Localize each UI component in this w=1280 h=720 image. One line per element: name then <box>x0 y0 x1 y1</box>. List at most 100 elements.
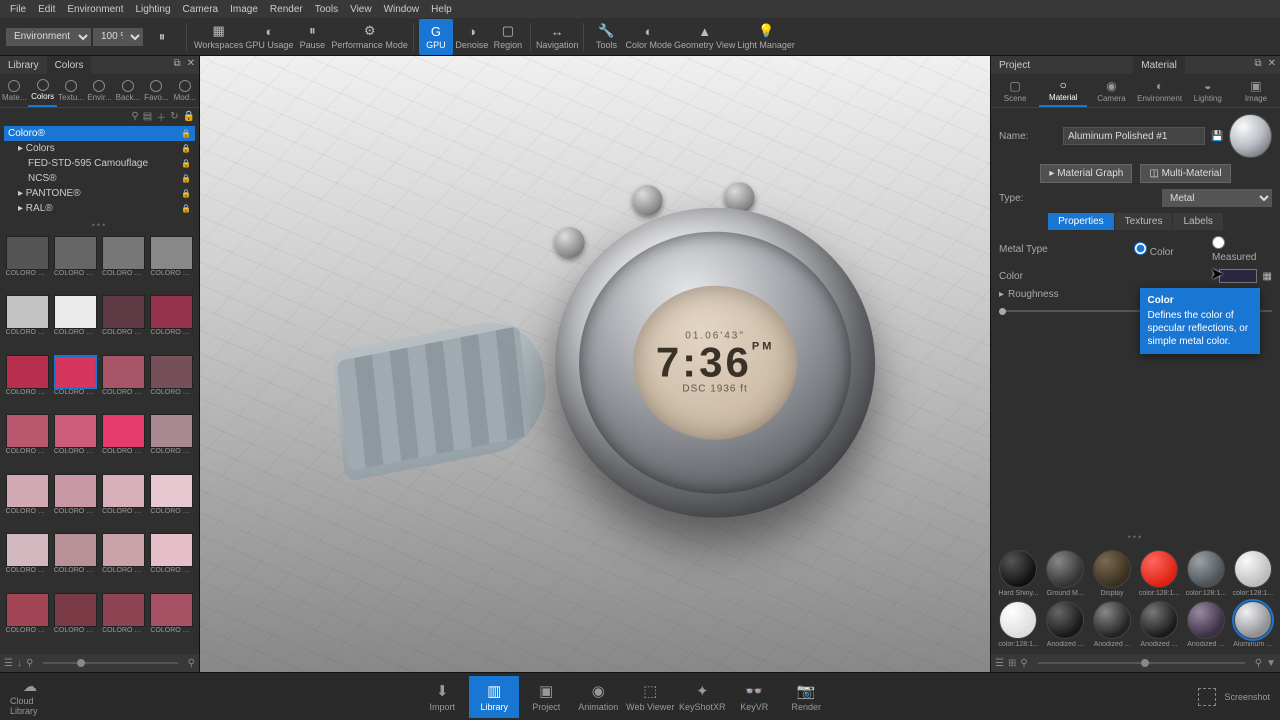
color-swatch[interactable] <box>6 533 49 567</box>
close-icon[interactable]: ✕ <box>1266 58 1278 69</box>
subtab-Colors[interactable]: Colors <box>28 74 56 107</box>
tab-material[interactable]: Material <box>1133 56 1185 74</box>
subtab-environment[interactable]: ◐Environment <box>1136 74 1184 107</box>
subtab-scene[interactable]: ▢Scene <box>991 74 1039 107</box>
subtab-Textu[interactable]: Textu... <box>57 74 85 107</box>
environment-dropdown[interactable]: Environment <box>6 28 91 46</box>
toolbar-workspaces[interactable]: ▦Workspaces <box>194 19 243 55</box>
color-swatch[interactable] <box>150 533 193 567</box>
tree-view-icon[interactable]: ⊞ <box>1008 658 1016 669</box>
color-swatch[interactable] <box>150 355 193 389</box>
menu-view[interactable]: View <box>344 4 378 15</box>
undock-icon[interactable]: ⧉ <box>1252 58 1263 69</box>
menu-environment[interactable]: Environment <box>61 4 129 15</box>
material-type-dropdown[interactable]: Metal <box>1162 189 1272 207</box>
subtab-camera[interactable]: ◉Camera <box>1087 74 1135 107</box>
material-ball[interactable] <box>1046 601 1084 639</box>
cloud-library-button[interactable]: ☁Cloud Library <box>10 678 50 716</box>
color-swatch[interactable] <box>6 474 49 508</box>
color-swatch[interactable] <box>6 355 49 389</box>
subtab-Mate[interactable]: Mate... <box>0 74 28 107</box>
menu-help[interactable]: Help <box>425 4 458 15</box>
color-swatch[interactable] <box>102 593 145 627</box>
multi-material-button[interactable]: ◫ Multi-Material <box>1140 164 1230 183</box>
screenshot-button[interactable]: Screenshot <box>1224 692 1270 702</box>
tree-item[interactable]: ▸ PANTONE®🔒 <box>4 186 195 201</box>
toolbar-pause[interactable]: ⏸Pause <box>295 19 329 55</box>
material-ball[interactable] <box>999 550 1037 588</box>
thumbnail-size-slider[interactable] <box>43 662 177 664</box>
tab-project[interactable]: Project <box>991 56 1038 74</box>
pause-icon[interactable]: ⏸ <box>145 19 179 55</box>
color-swatch[interactable] <box>54 236 97 270</box>
color-swatch[interactable] <box>150 236 193 270</box>
lock-icon[interactable]: 🔒 <box>183 111 195 122</box>
search-icon[interactable]: ⚲ <box>1255 658 1262 669</box>
search-icon[interactable]: ⚲ <box>188 658 195 669</box>
color-swatch[interactable] <box>6 295 49 329</box>
color-swatch[interactable] <box>150 414 193 448</box>
color-swatch[interactable] <box>102 355 145 389</box>
toolbar-performance-mode[interactable]: ⚙Performance Mode <box>331 19 408 55</box>
list-view-icon[interactable]: ☰ <box>4 658 13 669</box>
bottom-web viewer[interactable]: ⬚Web Viewer <box>625 676 675 718</box>
material-ball[interactable] <box>1187 550 1225 588</box>
color-swatch[interactable] <box>6 593 49 627</box>
refresh-icon[interactable]: ↻ <box>170 111 178 122</box>
subtab-material[interactable]: ○Material <box>1039 74 1087 107</box>
thumbnail-size-slider[interactable] <box>1038 662 1245 664</box>
toolbar-tools[interactable]: 🔧Tools <box>589 19 623 55</box>
add-icon[interactable]: ＋ <box>156 109 166 124</box>
material-ball[interactable] <box>1046 550 1084 588</box>
tree-item[interactable]: NCS®🔒 <box>4 171 195 186</box>
texture-icon[interactable]: ▦ <box>1263 271 1272 282</box>
menu-render[interactable]: Render <box>264 4 309 15</box>
menu-tools[interactable]: Tools <box>309 4 344 15</box>
subtab-lighting[interactable]: ◒Lighting <box>1184 74 1232 107</box>
bottom-keyvr[interactable]: 👓KeyVR <box>729 676 779 718</box>
toolbar-denoise[interactable]: ◑Denoise <box>455 19 489 55</box>
material-name-input[interactable] <box>1063 127 1205 145</box>
tree-item[interactable]: FED-STD-595 Camouflage🔒 <box>4 156 195 171</box>
tab-colors[interactable]: Colors <box>47 56 92 74</box>
material-ball[interactable] <box>1234 601 1272 639</box>
bottom-render[interactable]: 📷Render <box>781 676 831 718</box>
color-swatch[interactable] <box>54 355 97 389</box>
material-ball[interactable] <box>1093 550 1131 588</box>
search-icon[interactable]: ⚲ <box>131 111 138 122</box>
tab-properties[interactable]: Properties <box>1048 213 1114 230</box>
filter-icon[interactable]: ▤ <box>143 111 152 122</box>
toolbar-color-mode[interactable]: ◐Color Mode <box>625 19 672 55</box>
subtab-Back[interactable]: Back... <box>114 74 142 107</box>
panel-drag-handle[interactable]: ••• <box>991 530 1280 544</box>
color-swatch[interactable] <box>54 414 97 448</box>
subtab-Envir[interactable]: Envir... <box>85 74 113 107</box>
toolbar-light-manager[interactable]: 💡Light Manager <box>737 19 795 55</box>
material-ball[interactable] <box>1140 601 1178 639</box>
material-ball[interactable] <box>1093 601 1131 639</box>
sort-icon[interactable]: ↓ <box>17 658 22 669</box>
filter-icon[interactable]: ▼ <box>1266 658 1276 669</box>
color-swatch[interactable] <box>54 533 97 567</box>
tree-item[interactable]: ▸ Colors🔒 <box>4 141 195 156</box>
toolbar-geometry-view[interactable]: ▲Geometry View <box>674 19 735 55</box>
color-swatch[interactable] <box>102 474 145 508</box>
color-swatch[interactable] <box>54 295 97 329</box>
menu-edit[interactable]: Edit <box>32 4 61 15</box>
color-swatch[interactable] <box>150 295 193 329</box>
menu-window[interactable]: Window <box>378 4 426 15</box>
material-ball[interactable] <box>1140 550 1178 588</box>
menu-lighting[interactable]: Lighting <box>130 4 177 15</box>
color-swatch[interactable] <box>54 593 97 627</box>
bottom-animation[interactable]: ◉Animation <box>573 676 623 718</box>
tab-library[interactable]: Library <box>0 56 47 74</box>
color-swatch[interactable] <box>102 533 145 567</box>
tree-item[interactable]: Coloro®🔒 <box>4 126 195 141</box>
color-swatch[interactable] <box>6 236 49 270</box>
menu-image[interactable]: Image <box>224 4 264 15</box>
toolbar-region[interactable]: ▢Region <box>491 19 525 55</box>
menu-camera[interactable]: Camera <box>177 4 225 15</box>
material-ball[interactable] <box>1234 550 1272 588</box>
bottom-library[interactable]: ▥Library <box>469 676 519 718</box>
color-swatch[interactable] <box>102 414 145 448</box>
